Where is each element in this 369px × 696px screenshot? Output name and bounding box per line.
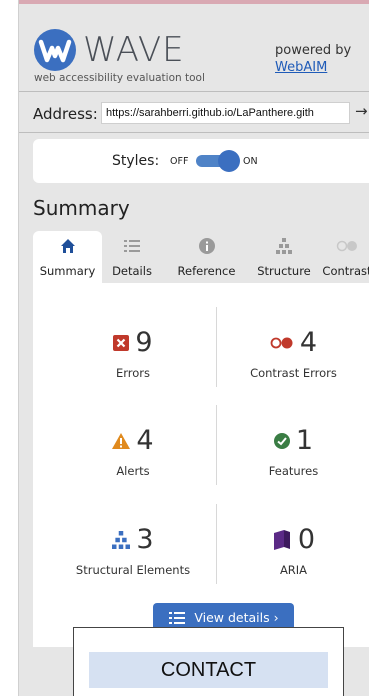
- structural-label: Structural Elements: [75, 563, 191, 577]
- toggle-knob[interactable]: [218, 150, 240, 172]
- address-divider: [19, 132, 369, 133]
- list-icon: [169, 611, 186, 624]
- contrast-error-icon: [270, 337, 293, 349]
- address-bar: Address: https://sarahberri.github.io/La…: [19, 96, 369, 130]
- tab-bar: Summary Details Reference Structure Cont…: [33, 231, 369, 283]
- tab-label: Structure: [257, 264, 311, 278]
- header: WAVE web accessibility evaluation tool p…: [19, 4, 369, 90]
- contrast-errors-stat[interactable]: 4 Contrast Errors: [217, 327, 369, 381]
- tab-label: Reference: [177, 264, 236, 278]
- aria-stat[interactable]: 0 ARIA: [217, 525, 369, 577]
- wave-logo-icon: [34, 29, 76, 71]
- errors-stat[interactable]: 9 Errors: [50, 328, 216, 380]
- home-icon: [60, 239, 75, 253]
- structure-icon: [276, 238, 292, 254]
- features-count: 1: [295, 425, 314, 456]
- tab-reference[interactable]: Reference: [162, 231, 251, 283]
- features-label: Features: [268, 464, 319, 478]
- styles-label: Styles:: [112, 153, 160, 169]
- alerts-label: Alerts: [116, 464, 150, 478]
- address-input[interactable]: https://sarahberri.github.io/LaPanthere.…: [101, 102, 350, 124]
- contact-box: CONTACT: [73, 627, 344, 696]
- powered-by: powered by WebAIM: [275, 42, 351, 76]
- alerts-stat[interactable]: 4 Alerts: [50, 426, 216, 478]
- aria-icon: [273, 530, 290, 550]
- tab-label: Details: [112, 264, 152, 278]
- structural-count: 3: [136, 524, 154, 555]
- alert-icon: [112, 433, 131, 449]
- styles-toggle-box: Styles: OFF ON: [33, 139, 369, 183]
- contrast-errors-label: Contrast Errors: [250, 366, 337, 380]
- features-stat[interactable]: 1 Features: [217, 425, 369, 479]
- styles-on-label: ON: [243, 156, 258, 167]
- error-icon: [113, 335, 130, 351]
- powered-by-text: powered by: [275, 43, 352, 58]
- webaim-link[interactable]: WebAIM: [275, 60, 327, 75]
- header-divider: [19, 91, 369, 92]
- go-arrow-icon[interactable]: →: [355, 102, 368, 120]
- address-label: Address:: [33, 105, 98, 123]
- logo-text: WAVE: [83, 30, 185, 70]
- feature-check-icon: [273, 433, 290, 449]
- tagline: web accessibility evaluation tool: [34, 72, 205, 84]
- view-details-label: View details ›: [194, 610, 279, 625]
- tab-contrast[interactable]: Contrast: [317, 231, 369, 283]
- tab-label: Summary: [39, 264, 96, 278]
- alerts-count: 4: [136, 425, 154, 456]
- wave-sidebar-panel: WAVE web accessibility evaluation tool p…: [18, 0, 369, 696]
- tab-details[interactable]: Details: [102, 231, 162, 283]
- info-icon: [198, 238, 215, 254]
- errors-count: 9: [135, 327, 153, 358]
- structure-icon: [112, 531, 131, 549]
- errors-label: Errors: [115, 366, 151, 380]
- structural-stat[interactable]: 3 Structural Elements: [50, 524, 216, 578]
- summary-card: 9 Errors 4 Contrast Errors 4 Alerts 1 Fe…: [33, 283, 369, 647]
- contrast-errors-count: 4: [299, 327, 318, 358]
- tab-label: Contrast: [322, 264, 369, 278]
- styles-off-label: OFF: [170, 156, 189, 167]
- aria-count: 0: [297, 524, 316, 555]
- tab-summary[interactable]: Summary: [33, 231, 102, 283]
- tab-structure[interactable]: Structure: [251, 231, 317, 283]
- aria-label: ARIA: [279, 563, 308, 577]
- list-icon: [124, 240, 140, 252]
- section-title: Summary: [33, 196, 130, 220]
- contrast-icon: [336, 240, 357, 252]
- contact-button[interactable]: CONTACT: [89, 652, 328, 688]
